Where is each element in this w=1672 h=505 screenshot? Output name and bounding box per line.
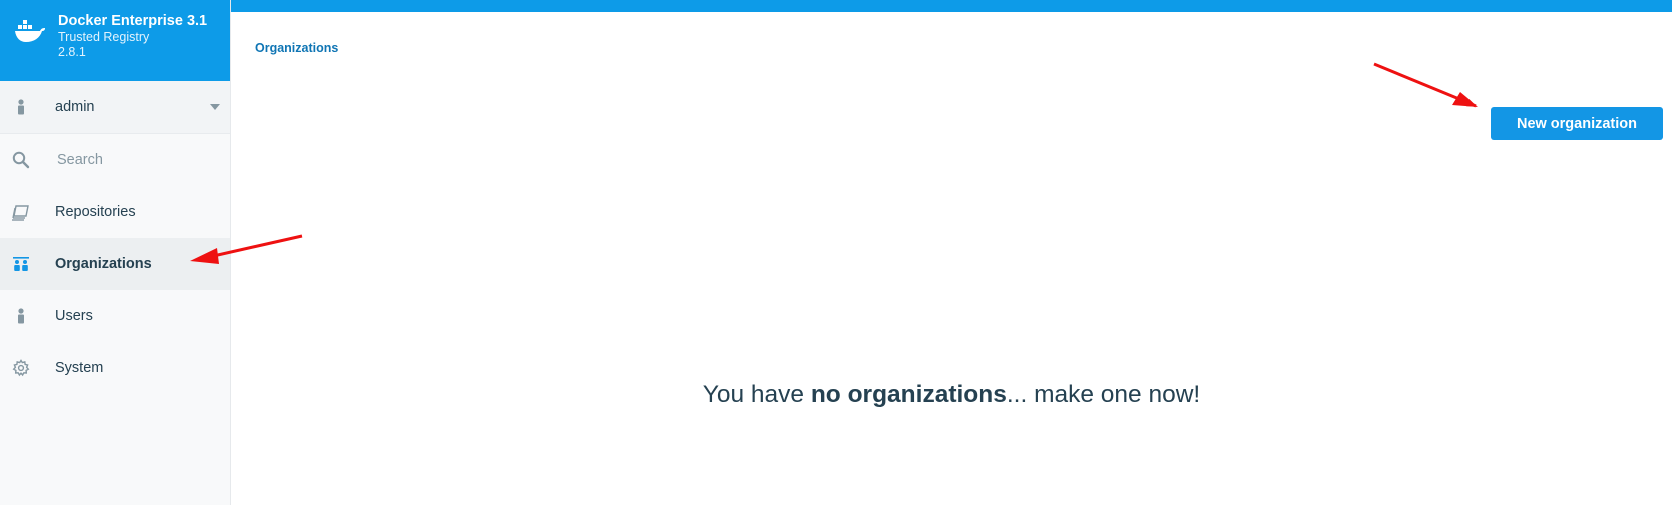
empty-state-suffix: ... make one now! <box>1006 381 1201 408</box>
sidebar-item-label: System <box>55 360 104 376</box>
user-icon <box>11 306 31 326</box>
product-subtitle: Trusted Registry <box>58 30 150 44</box>
search-input[interactable] <box>57 152 207 168</box>
breadcrumb[interactable]: Organizations <box>255 41 338 55</box>
top-accent-bar <box>231 0 1672 12</box>
search-icon <box>11 150 31 170</box>
sidebar-item-organizations[interactable]: Organizations <box>0 238 230 290</box>
brand-header[interactable]: Docker Enterprise 3.1 Trusted Registry 2… <box>0 0 230 81</box>
sidebar-item-label: Repositories <box>55 204 136 220</box>
search-row <box>0 134 230 186</box>
product-title: Docker Enterprise 3.1 <box>58 13 208 29</box>
sidebar: Docker Enterprise 3.1 Trusted Registry 2… <box>0 0 231 505</box>
sidebar-item-label: Users <box>55 308 93 324</box>
sidebar-item-label: Organizations <box>55 256 152 272</box>
gear-icon <box>11 358 31 378</box>
chevron-down-icon[interactable] <box>210 104 220 110</box>
organizations-icon <box>11 254 31 274</box>
docker-whale-icon <box>14 16 46 44</box>
empty-state-emphasis: no organizations <box>810 381 1007 408</box>
user-menu[interactable]: admin <box>0 81 230 134</box>
new-organization-button[interactable]: New organization <box>1491 107 1663 140</box>
sidebar-item-system[interactable]: System <box>0 342 230 394</box>
user-icon <box>11 97 31 117</box>
user-name: admin <box>55 99 95 115</box>
empty-state-prefix: You have <box>702 381 811 408</box>
sidebar-item-repositories[interactable]: Repositories <box>0 186 230 238</box>
product-version: 2.8.1 <box>58 45 86 59</box>
main-content: Organizations New organization You have … <box>231 12 1672 505</box>
repositories-icon <box>11 202 31 222</box>
empty-state-message: You have no organizations... make one no… <box>231 381 1672 409</box>
sidebar-item-users[interactable]: Users <box>0 290 230 342</box>
